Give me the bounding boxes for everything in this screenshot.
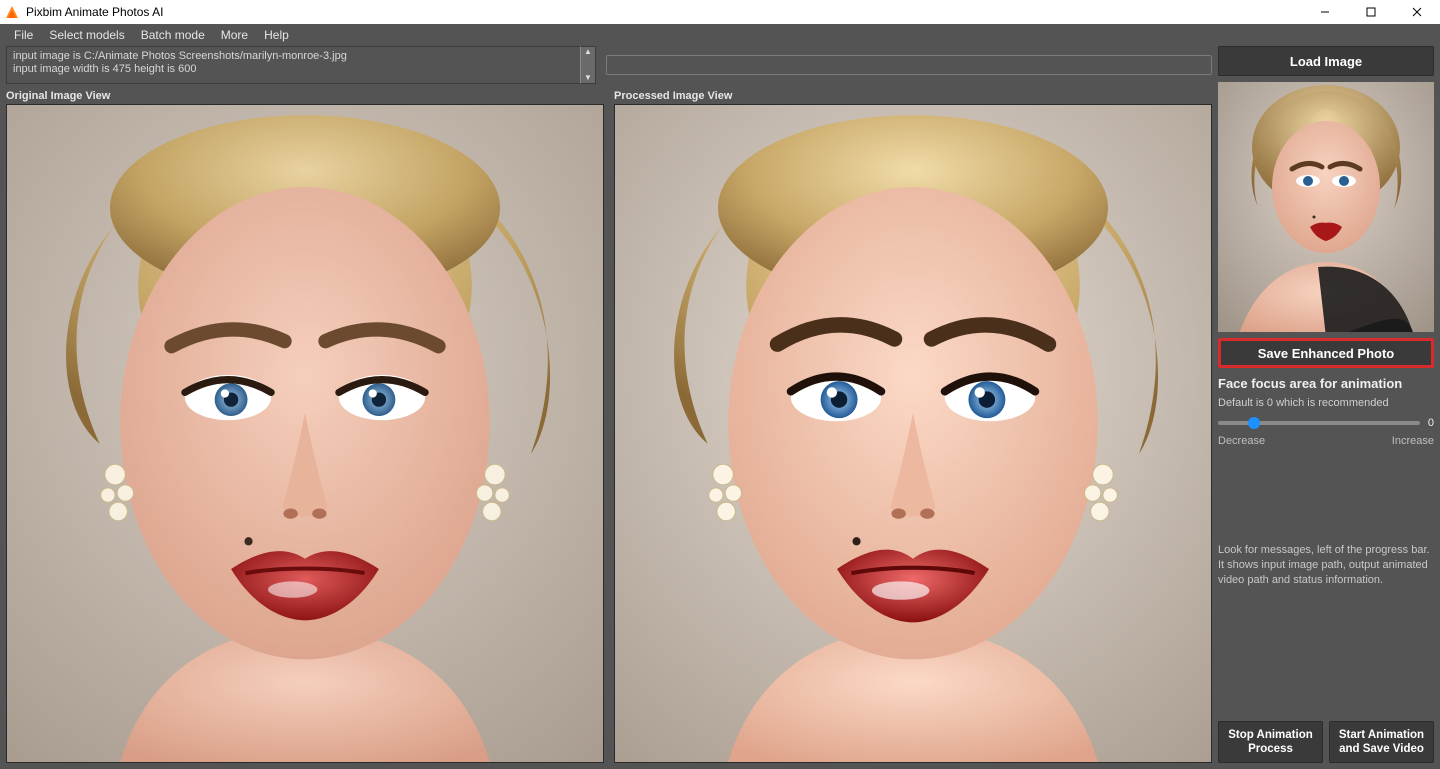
top-row: input image is C:/Animate Photos Screens… — [6, 46, 1212, 84]
sidebar: Load Image — [1218, 46, 1434, 763]
scroll-up-icon[interactable]: ▲ — [584, 48, 592, 56]
face-focus-subtitle: Default is 0 which is recommended — [1218, 397, 1434, 409]
log-box: input image is C:/Animate Photos Screens… — [6, 46, 580, 84]
close-button[interactable] — [1394, 0, 1440, 24]
left-block: input image is C:/Animate Photos Screens… — [6, 46, 1212, 763]
progress-wrap — [606, 46, 1212, 84]
minimize-button[interactable] — [1302, 0, 1348, 24]
menu-help[interactable]: Help — [256, 26, 297, 44]
original-pane: Original Image View — [6, 90, 604, 763]
slider-value: 0 — [1428, 417, 1434, 429]
processed-image[interactable] — [614, 104, 1212, 763]
save-enhanced-photo-button[interactable]: Save Enhanced Photo — [1218, 338, 1434, 368]
menubar: File Select models Batch mode More Help — [0, 24, 1440, 46]
menu-select-models[interactable]: Select models — [41, 26, 132, 44]
load-image-button[interactable]: Load Image — [1218, 46, 1434, 76]
slider-increase-label: Increase — [1392, 435, 1434, 447]
log-line: input image is C:/Animate Photos Screens… — [13, 50, 574, 63]
menu-file[interactable]: File — [6, 26, 41, 44]
processed-pane: Processed Image View — [614, 90, 1212, 763]
log-wrap: input image is C:/Animate Photos Screens… — [6, 46, 596, 84]
image-panes: Original Image View — [6, 90, 1212, 763]
hint-text: Look for messages, left of the progress … — [1218, 543, 1434, 588]
titlebar: Pixbim Animate Photos AI — [0, 0, 1440, 24]
original-pane-label: Original Image View — [6, 90, 604, 102]
menu-batch-mode[interactable]: Batch mode — [133, 26, 213, 44]
maximize-button[interactable] — [1348, 0, 1394, 24]
start-animation-button[interactable]: Start Animation and Save Video — [1329, 721, 1434, 763]
slider-decrease-label: Decrease — [1218, 435, 1265, 447]
bottom-buttons: Stop Animation Process Start Animation a… — [1218, 721, 1434, 763]
original-image[interactable] — [6, 104, 604, 763]
window-title: Pixbim Animate Photos AI — [26, 5, 163, 19]
app-logo-icon — [4, 4, 20, 20]
face-focus-slider[interactable] — [1218, 421, 1420, 425]
window-controls — [1302, 0, 1440, 24]
progress-bar — [606, 55, 1212, 75]
processed-pane-label: Processed Image View — [614, 90, 1212, 102]
log-scrollbar[interactable]: ▲ ▼ — [580, 46, 596, 84]
face-focus-title: Face focus area for animation — [1218, 376, 1434, 391]
slider-labels: Decrease Increase — [1218, 435, 1434, 447]
log-line: input image width is 475 height is 600 — [13, 63, 574, 76]
stop-animation-button[interactable]: Stop Animation Process — [1218, 721, 1323, 763]
menu-more[interactable]: More — [213, 26, 256, 44]
main-area: input image is C:/Animate Photos Screens… — [0, 46, 1440, 769]
thumbnail-image[interactable] — [1218, 82, 1434, 332]
slider-thumb-icon[interactable] — [1248, 417, 1260, 429]
scroll-down-icon[interactable]: ▼ — [584, 74, 592, 82]
face-focus-slider-row: 0 — [1218, 417, 1434, 429]
